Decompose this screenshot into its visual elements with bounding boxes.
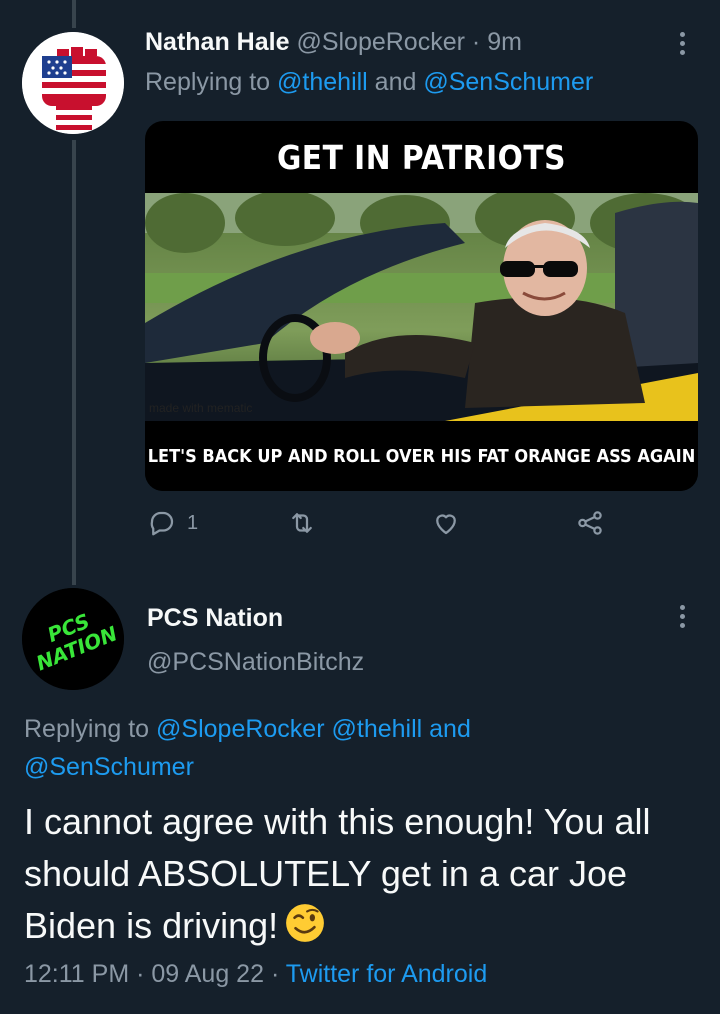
share-button[interactable] (575, 508, 605, 538)
meme-watermark: made with mematic (149, 401, 253, 415)
mention-senschumer[interactable]: @SenSchumer (24, 753, 194, 781)
winking-face-icon (286, 904, 325, 942)
reply-count: 1 (187, 511, 199, 534)
meta-date[interactable]: 09 Aug 22 (151, 960, 264, 988)
heart-icon (436, 514, 456, 535)
share-icon (578, 511, 602, 535)
mention-senschumer[interactable]: @SenSchumer (423, 68, 593, 96)
thread-line (72, 140, 76, 585)
replying-to: Replying to @SlopeRocker @thehill and @S… (24, 710, 584, 786)
author-name[interactable]: Nathan Hale (145, 28, 289, 56)
more-options-icon[interactable] (678, 32, 686, 55)
tweet-text: I cannot agree with this enough! You all… (24, 801, 651, 946)
author-handle[interactable]: @SlopeRocker (296, 28, 465, 56)
author-handle[interactable]: @PCSNationBitchz (147, 648, 364, 677)
avatar-nathan-hale[interactable] (22, 32, 124, 134)
retweet-icon (292, 513, 312, 533)
retweet-button[interactable] (287, 508, 317, 538)
reply-icon (150, 511, 174, 536)
replying-and: and (367, 68, 424, 96)
timestamp[interactable]: 9m (487, 28, 522, 56)
replying-prefix: Replying to (145, 68, 278, 96)
tweet1-actions: 1 (145, 508, 615, 548)
replying-to: Replying to @thehill and @SenSchumer (145, 68, 593, 97)
more-options-icon[interactable] (678, 605, 686, 628)
mention-thehill[interactable]: @thehill (277, 68, 368, 96)
meme-image[interactable]: GET IN PATRIOTS made with mematic LET'S … (145, 121, 698, 491)
mention-sloperocker[interactable]: @SlopeRocker (156, 715, 325, 743)
pcs-nation-logo: PCSNATION (22, 588, 124, 690)
tweet-body: I cannot agree with this enough! You all… (24, 796, 704, 952)
tweet1-header: Nathan Hale @SlopeRocker · 9m (145, 28, 522, 57)
thread-line-top (72, 0, 76, 28)
meta-sep: · (129, 960, 152, 988)
mention-thehill[interactable]: @thehill (332, 715, 423, 743)
tweet-meta: 12:11 PM · 09 Aug 22 · Twitter for Andro… (24, 960, 487, 989)
reply-button[interactable]: 1 (147, 508, 198, 538)
author-name[interactable]: PCS Nation (147, 604, 283, 633)
replying-and[interactable]: and (422, 715, 471, 743)
flag-fist-icon (22, 32, 124, 134)
meme-bottom-text: LET'S BACK UP AND ROLL OVER HIS FAT ORAN… (145, 421, 698, 491)
like-button[interactable] (431, 508, 461, 538)
separator: · (471, 28, 481, 56)
meme-top-text: GET IN PATRIOTS (276, 137, 567, 177)
avatar-pcs-nation[interactable]: PCSNATION (22, 588, 124, 690)
replying-prefix: Replying to (24, 715, 157, 743)
meta-time[interactable]: 12:11 PM (24, 960, 129, 988)
meta-source[interactable]: Twitter for Android (286, 960, 487, 988)
meta-sep-2: · (264, 960, 286, 988)
